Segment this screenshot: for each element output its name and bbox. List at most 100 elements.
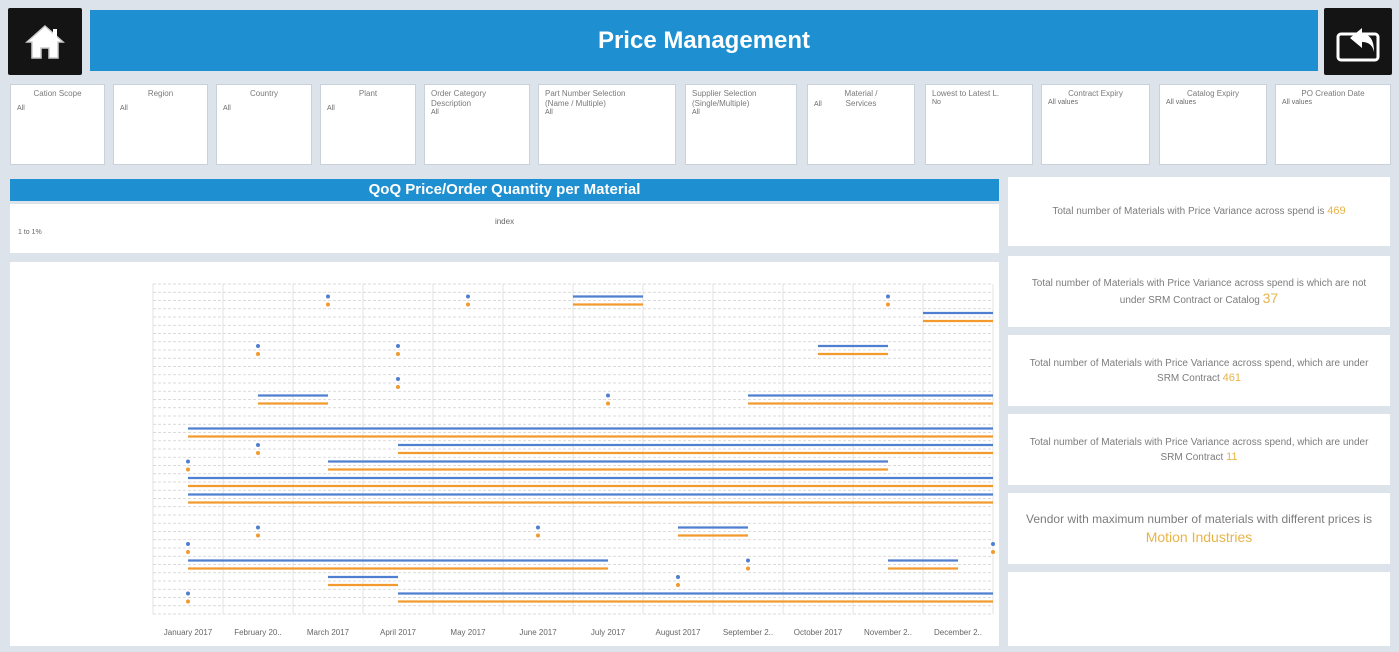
filter-label: Part Number Selection (Name / Multiple) xyxy=(545,89,626,108)
filter-label: Order Category Description xyxy=(431,89,487,108)
filter-value: All xyxy=(17,105,25,112)
series-point xyxy=(256,525,260,530)
filter-label: Catalog Expiry xyxy=(1186,89,1240,98)
kpi-label: Total number of Materials with Price Var… xyxy=(1052,206,1325,217)
kpi-card-not-under-contract: Total number of Materials with Price Var… xyxy=(1008,256,1390,327)
series-point xyxy=(676,575,680,579)
filter-material-services[interactable]: Material / Services All xyxy=(807,84,915,165)
series-point xyxy=(536,525,540,530)
filter-catalog-expiry[interactable]: Catalog Expiry All values xyxy=(1159,84,1267,165)
x-tick-label: February 20.. xyxy=(234,628,282,637)
x-tick-label: April 2017 xyxy=(380,628,417,637)
series-point xyxy=(466,302,470,307)
series-point xyxy=(606,401,610,406)
series-point xyxy=(186,591,190,596)
legend-title: index xyxy=(494,217,515,226)
filter-value: All values xyxy=(1166,99,1196,106)
series-point xyxy=(606,393,610,398)
kpi-label: Total number of Materials with Price Var… xyxy=(1029,357,1369,384)
kpi-value: 11 xyxy=(1226,450,1238,463)
series-point xyxy=(536,533,540,538)
filter-value: All values xyxy=(1282,99,1312,106)
filter-po-creation-date[interactable]: PO Creation Date All values xyxy=(1275,84,1391,165)
series-point xyxy=(186,467,190,472)
back-button[interactable] xyxy=(1324,8,1392,75)
series-point xyxy=(256,344,260,348)
kpi-card-vendor: Vendor with maximum number of materials … xyxy=(1008,493,1390,564)
series-point xyxy=(256,451,260,455)
x-tick-label: October 2017 xyxy=(794,628,843,637)
kpi-text: Vendor with maximum number of materials … xyxy=(1018,510,1380,547)
series-point xyxy=(256,443,260,447)
kpi-label: Vendor with maximum number of materials … xyxy=(1026,512,1372,526)
filter-country[interactable]: Country All xyxy=(216,84,312,165)
filter-supplier[interactable]: Supplier Selection (Single/Multiple) All xyxy=(685,84,797,165)
x-tick-label: August 2017 xyxy=(656,628,701,637)
kpi-value: 37 xyxy=(1262,289,1279,306)
kpi-text: Total number of Materials with Price Var… xyxy=(1018,435,1380,465)
filter-order-category[interactable]: Order Category Description All xyxy=(424,84,530,165)
title-bar: Price Management xyxy=(90,10,1318,71)
series-point xyxy=(186,459,190,464)
kpi-card-under-contract-2: Total number of Materials with Price Var… xyxy=(1008,414,1390,485)
kpi-card-under-contract: Total number of Materials with Price Var… xyxy=(1008,335,1390,406)
series-point xyxy=(256,533,260,538)
series-point xyxy=(256,352,260,356)
filter-label: Plant xyxy=(358,89,378,98)
filter-contract-expiry[interactable]: Contract Expiry All values xyxy=(1041,84,1150,165)
filter-label: Region xyxy=(147,89,174,98)
x-tick-label: March 2017 xyxy=(307,628,350,637)
x-tick-label: December 2.. xyxy=(934,628,982,637)
chart-legend: index 1 to 1% xyxy=(10,204,999,253)
series-point xyxy=(396,352,400,356)
kpi-value: Motion Industries xyxy=(1145,529,1253,545)
x-tick-label: July 2017 xyxy=(591,628,626,637)
x-tick-label: September 2.. xyxy=(723,628,773,637)
filter-value: All values xyxy=(1048,99,1078,106)
filter-value: All xyxy=(223,105,231,112)
series-point xyxy=(991,542,995,546)
legend-item: 1 to 1% xyxy=(18,229,42,236)
kpi-text: Total number of Materials with Price Var… xyxy=(1018,356,1380,386)
filter-label: Country xyxy=(249,89,278,98)
kpi-label: Total number of Materials with Price Var… xyxy=(1029,436,1369,463)
filter-value: All xyxy=(692,109,700,116)
kpi-text: Total number of Materials with Price Var… xyxy=(1052,204,1345,219)
series-point xyxy=(186,550,190,554)
series-point xyxy=(186,599,190,604)
series-point xyxy=(396,385,400,389)
series-point xyxy=(326,302,330,307)
filter-label: Lowest to Latest L. xyxy=(932,89,1000,98)
series-point xyxy=(746,558,750,563)
kpi-text: Total number of Materials with Price Var… xyxy=(1018,276,1380,308)
back-arrow-icon xyxy=(1336,27,1380,61)
series-point xyxy=(396,344,400,348)
filter-label: Contract Expiry xyxy=(1068,89,1123,98)
kpi-value: 469 xyxy=(1327,205,1346,217)
series-point xyxy=(676,583,680,587)
filter-label: Supplier Selection (Single/Multiple) xyxy=(692,89,757,108)
series-point xyxy=(466,294,470,299)
filter-part-number[interactable]: Part Number Selection (Name / Multiple) … xyxy=(538,84,676,165)
series-point xyxy=(396,377,400,381)
series-point xyxy=(326,294,330,299)
kpi-label: Total number of Materials with Price Var… xyxy=(1031,277,1367,306)
filter-cation-scope[interactable]: Cation Scope All xyxy=(10,84,105,165)
series-point xyxy=(186,542,190,546)
x-tick-label: November 2.. xyxy=(864,628,912,637)
page-title: Price Management xyxy=(597,26,811,54)
filter-plant[interactable]: Plant All xyxy=(320,84,416,165)
filter-value: All xyxy=(545,109,553,116)
home-button[interactable] xyxy=(8,8,82,75)
filter-value: No xyxy=(932,99,941,106)
filter-value: All xyxy=(327,105,335,112)
filter-label: Cation Scope xyxy=(33,89,82,98)
filter-lowest-to-latest[interactable]: Lowest to Latest L. No xyxy=(925,84,1033,165)
filter-value: All xyxy=(120,105,128,112)
series-point xyxy=(886,294,890,299)
filter-label: PO Creation Date xyxy=(1301,89,1365,98)
filter-region[interactable]: Region All xyxy=(113,84,208,165)
filter-bar: Cation Scope All Region All Country All … xyxy=(8,81,1393,169)
price-chart[interactable]: January 2017 February 20.. March 2017 April… xyxy=(10,262,999,646)
kpi-value: 461 xyxy=(1222,371,1241,384)
